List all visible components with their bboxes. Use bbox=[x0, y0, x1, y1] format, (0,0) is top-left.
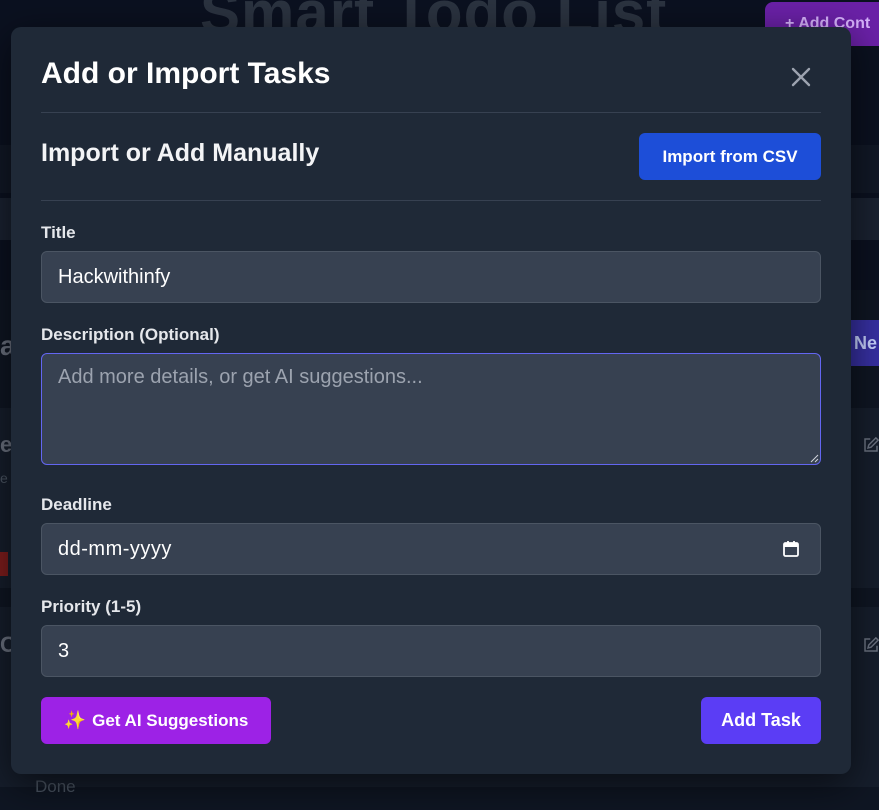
task-card-text-partial: e bbox=[0, 470, 8, 486]
add-import-tasks-modal: Add or Import Tasks Import or Add Manual… bbox=[11, 27, 851, 774]
section-title: Import or Add Manually bbox=[41, 139, 320, 167]
title-input[interactable] bbox=[41, 251, 821, 303]
import-csv-button[interactable]: Import from CSV bbox=[639, 133, 821, 180]
edit-icon[interactable] bbox=[862, 636, 879, 654]
ai-button-label: Get AI Suggestions bbox=[92, 710, 249, 730]
deadline-label: Deadline bbox=[41, 495, 112, 514]
priority-input[interactable] bbox=[41, 625, 821, 677]
priority-label: Priority (1-5) bbox=[41, 597, 142, 616]
divider bbox=[41, 200, 821, 201]
deadline-date-input[interactable] bbox=[41, 523, 821, 575]
add-task-button[interactable]: Add Task bbox=[701, 697, 821, 744]
modal-title: Add or Import Tasks bbox=[41, 57, 331, 90]
priority-badge bbox=[0, 552, 8, 576]
description-label: Description (Optional) bbox=[41, 325, 220, 344]
sparkles-icon: ✨ bbox=[63, 710, 87, 730]
edit-icon[interactable] bbox=[862, 436, 879, 454]
title-label: Title bbox=[41, 223, 76, 242]
close-icon[interactable] bbox=[785, 61, 817, 93]
calendar-icon[interactable] bbox=[781, 539, 801, 559]
divider bbox=[41, 112, 821, 113]
done-column-label: Done bbox=[35, 777, 76, 796]
description-textarea[interactable] bbox=[41, 353, 821, 465]
get-ai-suggestions-button[interactable]: ✨ Get AI Suggestions bbox=[41, 697, 271, 744]
resize-handle-icon[interactable] bbox=[809, 453, 819, 463]
